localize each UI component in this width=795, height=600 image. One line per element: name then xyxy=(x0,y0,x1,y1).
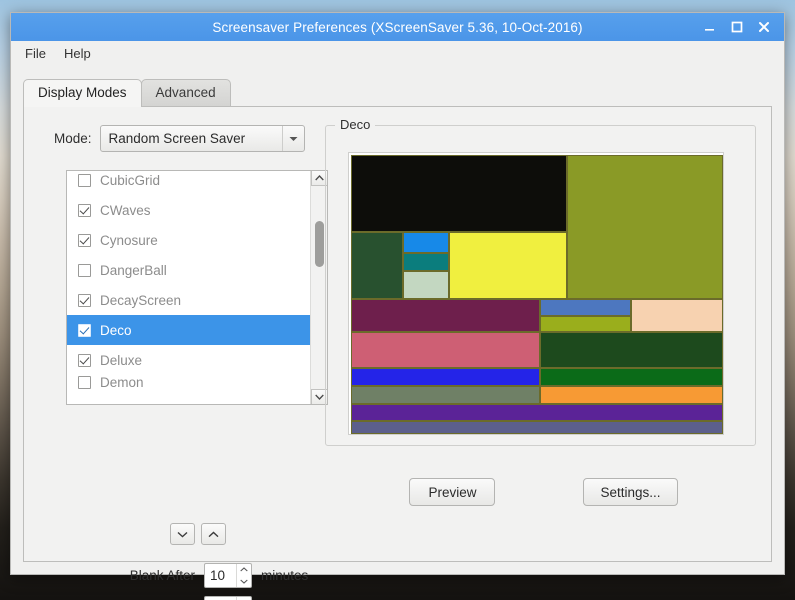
left-column: Mode: Random Screen Saver CubeTwist xyxy=(24,107,328,600)
cycle-after-stepper[interactable]: 10 xyxy=(204,596,252,600)
tab-display-modes[interactable]: Display Modes xyxy=(23,79,142,107)
list-item-label: CubicGrid xyxy=(100,172,161,188)
deco-rect xyxy=(540,368,723,386)
list-item[interactable]: CubicGrid xyxy=(67,171,310,195)
settings-button[interactable]: Settings... xyxy=(583,478,678,506)
move-up-button[interactable] xyxy=(201,523,226,545)
list-item[interactable]: Deluxe xyxy=(67,345,310,375)
deco-rect xyxy=(540,386,723,404)
deco-rect xyxy=(540,316,631,332)
list-item[interactable]: Cynosure xyxy=(67,225,310,255)
list-item[interactable]: CWaves xyxy=(67,195,310,225)
deco-rect xyxy=(351,386,540,404)
screensaver-list-items: CubeTwist CubicGrid CWaves Cynosure xyxy=(67,171,310,404)
menu-help[interactable]: Help xyxy=(64,46,91,61)
deco-rect xyxy=(567,155,723,299)
deco-rect xyxy=(540,299,631,316)
list-item[interactable]: DecayScreen xyxy=(67,285,310,315)
deco-rect xyxy=(540,332,723,368)
stepper-arrows xyxy=(236,564,251,587)
close-icon[interactable] xyxy=(757,20,771,34)
minimize-icon[interactable] xyxy=(703,20,717,34)
deco-rect xyxy=(403,271,449,299)
deco-rect xyxy=(403,253,449,271)
list-item-label: CWaves xyxy=(100,202,151,218)
checkbox[interactable] xyxy=(78,375,91,389)
screensaver-list[interactable]: CubeTwist CubicGrid CWaves Cynosure xyxy=(66,170,328,405)
list-item-label: Deco xyxy=(100,322,132,338)
deco-rect xyxy=(449,232,567,299)
blank-after-row: Blank After 10 minutes xyxy=(24,559,316,592)
checkbox[interactable] xyxy=(78,353,91,367)
window-controls xyxy=(703,20,784,34)
deco-preview[interactable] xyxy=(348,152,724,435)
window-title: Screensaver Preferences (XScreenSaver 5.… xyxy=(212,19,583,35)
deco-rect xyxy=(351,332,540,368)
deco-rect xyxy=(351,299,540,332)
mode-row: Mode: Random Screen Saver xyxy=(24,125,316,152)
list-sort-buttons xyxy=(170,523,226,545)
list-item-label: DecayScreen xyxy=(100,292,182,308)
title-bar[interactable]: Screensaver Preferences (XScreenSaver 5.… xyxy=(11,13,784,41)
list-item-label: DangerBall xyxy=(100,262,167,278)
chevron-up-icon xyxy=(208,525,219,543)
deco-rect xyxy=(351,404,723,421)
blank-after-value[interactable]: 10 xyxy=(205,564,236,587)
deco-rect xyxy=(351,155,567,232)
mode-dropdown[interactable]: Random Screen Saver xyxy=(99,125,305,152)
deco-rect xyxy=(351,232,403,299)
checkbox[interactable] xyxy=(78,233,91,247)
mode-label: Mode: xyxy=(54,131,92,146)
menu-file[interactable]: File xyxy=(25,46,46,61)
timing-settings: Blank After 10 minutes xyxy=(24,559,316,600)
blank-after-unit: minutes xyxy=(261,568,309,583)
maximize-icon[interactable] xyxy=(730,20,744,34)
list-item-label: Deluxe xyxy=(100,352,143,368)
blank-after-label: Blank After xyxy=(129,568,195,583)
checkbox[interactable] xyxy=(78,293,91,307)
checkbox[interactable] xyxy=(78,263,91,277)
chevron-down-icon xyxy=(177,525,188,543)
blank-after-stepper[interactable]: 10 xyxy=(204,563,252,588)
deco-canvas xyxy=(351,155,723,434)
deco-rect xyxy=(351,421,723,434)
tab-advanced[interactable]: Advanced xyxy=(140,79,231,106)
stepper-down-icon[interactable] xyxy=(237,576,251,588)
list-item-label: Cynosure xyxy=(100,232,158,248)
mode-selected-value: Random Screen Saver xyxy=(108,131,246,146)
cycle-after-row: Cycle After 10 minutes xyxy=(24,592,316,600)
list-item[interactable]: DangerBall xyxy=(67,255,310,285)
list-item[interactable]: Demon xyxy=(67,375,310,389)
preview-group-label: Deco xyxy=(335,117,376,132)
tab-strip: Display Modes Advanced xyxy=(23,78,784,107)
menu-bar: File Help xyxy=(11,41,784,66)
list-item-selected[interactable]: Deco xyxy=(67,315,310,345)
deco-rect xyxy=(351,368,540,386)
list-item-label: Demon xyxy=(100,375,144,389)
move-down-button[interactable] xyxy=(170,523,195,545)
checkbox[interactable] xyxy=(78,173,91,187)
deco-rect xyxy=(403,232,449,253)
stepper-up-icon[interactable] xyxy=(237,564,251,576)
preview-button[interactable]: Preview xyxy=(409,478,496,506)
checkbox[interactable] xyxy=(78,323,91,337)
deco-rect xyxy=(631,299,723,332)
checkbox[interactable] xyxy=(78,203,91,217)
chevron-down-icon xyxy=(281,126,304,151)
action-buttons: Preview Settings... xyxy=(316,478,771,506)
